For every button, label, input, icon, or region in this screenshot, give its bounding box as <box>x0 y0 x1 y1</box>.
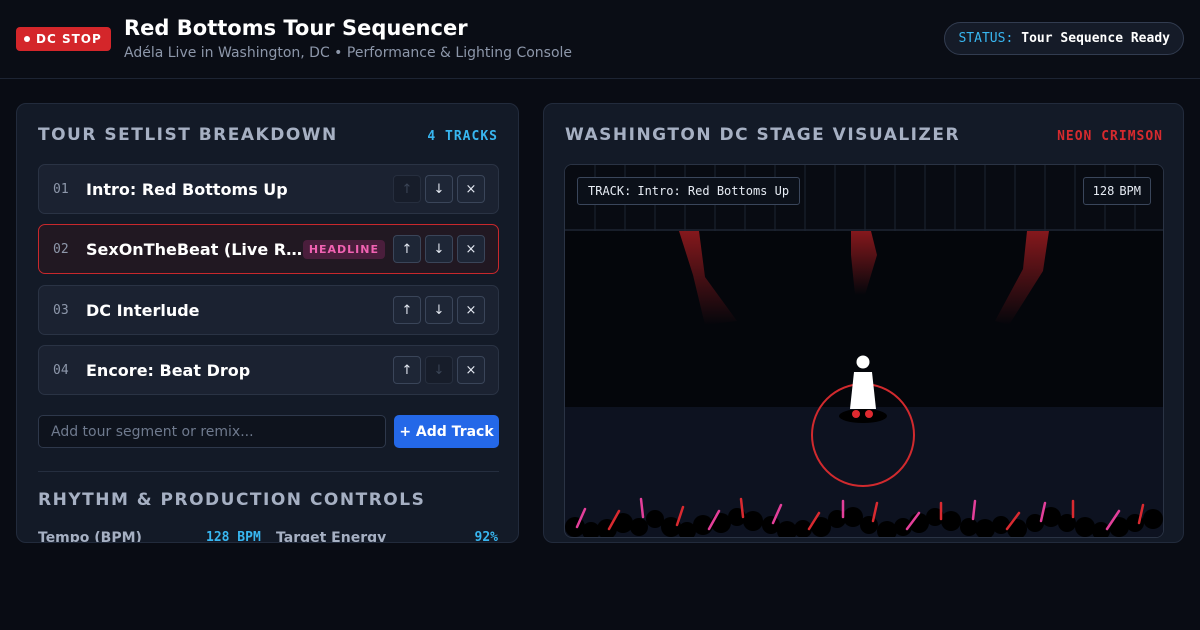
tempo-label: Tempo (BPM) <box>38 530 142 543</box>
add-track-button[interactable]: + Add Track <box>394 415 499 448</box>
performer-shadow <box>839 409 887 423</box>
bpm-overlay: 128 BPM <box>1082 177 1151 205</box>
track-row[interactable]: 04 Encore: Beat Drop ↑ ↓ × <box>38 345 499 395</box>
badge-label: DC STOP <box>36 32 102 46</box>
stage-scene <box>565 165 1163 537</box>
move-up-button[interactable]: ↑ <box>393 175 421 203</box>
current-track-name: Intro: Red Bottoms Up <box>637 184 790 198</box>
move-down-button[interactable]: ↓ <box>425 356 453 384</box>
controls-title: RHYTHM & PRODUCTION CONTROLS <box>38 490 426 510</box>
track-count: 4 TRACKS <box>427 129 498 144</box>
visualizer-title: WASHINGTON DC STAGE VISUALIZER <box>565 125 961 145</box>
remove-track-button[interactable]: × <box>457 296 485 324</box>
track-name: DC Interlude <box>86 300 200 320</box>
headline-badge: HEADLINE <box>302 239 385 259</box>
live-dot-icon <box>24 36 30 42</box>
bpm-value: 128 <box>1092 184 1115 198</box>
track-number: 01 <box>53 181 69 197</box>
app-title: Red Bottoms Tour Sequencer <box>124 16 468 40</box>
remove-track-button[interactable]: × <box>457 175 485 203</box>
app-subtitle: Adéla Live in Washington, DC • Performan… <box>124 45 573 61</box>
track-row[interactable]: 01 Intro: Red Bottoms Up ↑ ↓ × <box>38 164 499 214</box>
bpm-unit: BPM <box>1119 184 1141 198</box>
status-value: Tour Sequence Ready <box>1021 31 1170 46</box>
status-pill: STATUS: Tour Sequence Ready <box>944 22 1184 55</box>
theme-label: NEON CRIMSON <box>1057 129 1163 144</box>
track-number: 04 <box>53 362 69 378</box>
track-row-active[interactable]: 02 SexOnTheBeat (Live Remix) HEADLINE ↑ … <box>38 224 499 274</box>
setlist-title: TOUR SETLIST BREAKDOWN <box>38 125 338 145</box>
status-key: STATUS: <box>958 31 1014 46</box>
track-name: SexOnTheBeat (Live Remix) <box>86 239 303 259</box>
move-up-button[interactable]: ↑ <box>393 356 421 384</box>
move-down-button[interactable]: ↓ <box>425 296 453 324</box>
move-down-button[interactable]: ↓ <box>425 175 453 203</box>
move-down-button[interactable]: ↓ <box>425 235 453 263</box>
stage-canvas[interactable]: TRACK: Intro: Red Bottoms Up 128 BPM <box>564 164 1164 538</box>
setlist-panel: TOUR SETLIST BREAKDOWN 4 TRACKS 01 Intro… <box>16 103 519 543</box>
track-row[interactable]: 03 DC Interlude ↑ ↓ × <box>38 285 499 335</box>
dc-stop-badge: DC STOP <box>16 27 111 51</box>
move-up-button[interactable]: ↑ <box>393 235 421 263</box>
add-track-input[interactable]: Add tour segment or remix... <box>38 415 386 448</box>
remove-track-button[interactable]: × <box>457 356 485 384</box>
track-name: Intro: Red Bottoms Up <box>86 179 288 199</box>
track-number: 02 <box>53 241 69 257</box>
energy-value: 92% <box>474 530 498 543</box>
track-name: Encore: Beat Drop <box>86 360 251 380</box>
tempo-value: 128 BPM <box>206 530 261 543</box>
top-bar: DC STOP Red Bottoms Tour Sequencer Adéla… <box>0 0 1200 79</box>
visualizer-panel: WASHINGTON DC STAGE VISUALIZER NEON CRIM… <box>543 103 1184 543</box>
section-divider <box>38 471 499 472</box>
remove-track-button[interactable]: × <box>457 235 485 263</box>
move-up-button[interactable]: ↑ <box>393 296 421 324</box>
track-prefix: TRACK: <box>588 184 632 198</box>
current-track-overlay: TRACK: Intro: Red Bottoms Up <box>577 177 801 205</box>
energy-label: Target Energy <box>276 530 387 543</box>
track-number: 03 <box>53 302 69 318</box>
